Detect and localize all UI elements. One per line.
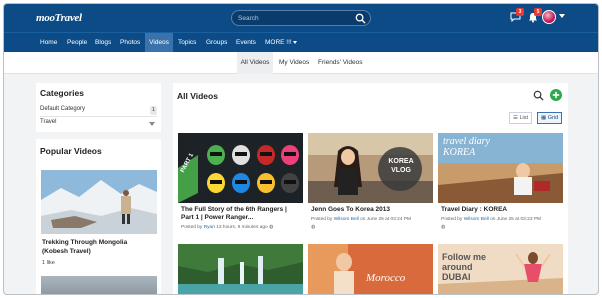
all-videos-panel: All Videos ☰ List ▦ Grid PART 1 The Full…	[173, 83, 568, 294]
video-meta: Posted by Wilsom Bell on June 25 at 03:2…	[441, 217, 541, 222]
search-input[interactable]	[238, 13, 348, 24]
user-avatar[interactable]	[542, 10, 556, 24]
video-title[interactable]: The Full Story of the 6th Rangers | Part…	[181, 206, 301, 222]
tab-friends-videos[interactable]: Friends' Videos	[316, 52, 364, 74]
site-logo[interactable]: mooTravel	[36, 12, 82, 24]
video-card[interactable]: KOREA VLOG Jenn Goes To Korea 2013 Poste…	[308, 133, 433, 240]
category-label[interactable]: Default Category	[40, 106, 85, 112]
video-title[interactable]: Travel Diary : KOREA	[441, 206, 561, 214]
video-thumbnail[interactable]: Morocco	[308, 244, 433, 294]
page-title: All Videos	[177, 91, 218, 101]
app-window: mooTravel 3 5 Home People Blogs Photos V…	[3, 3, 599, 295]
category-item[interactable]: Travel	[40, 119, 157, 130]
video-author[interactable]: Ryan	[204, 225, 215, 230]
video-meta: Posted by Wilsom Bell on June 25 at 03:2…	[311, 217, 411, 222]
video-filter-tabs: All Videos My Videos Friends' Videos	[4, 52, 598, 74]
video-time: 13 hours, 9 minutes ago	[216, 225, 268, 230]
thumbnail-overlay-text: KOREA VLOG	[388, 158, 414, 174]
messages-badge: 3	[516, 8, 524, 16]
nav-more[interactable]: MORE !!!	[262, 33, 295, 52]
popular-videos-panel: Popular Videos Trekking Through Mongolia…	[36, 139, 161, 294]
thumbnail-overlay-text: travel diary KOREA	[443, 136, 490, 158]
notifications-badge: 5	[534, 8, 542, 16]
nav-videos[interactable]: Videos	[145, 33, 173, 52]
nav-people[interactable]: People	[64, 33, 90, 52]
list-label: List	[519, 115, 529, 121]
popular-video-thumbnail[interactable]	[41, 276, 157, 294]
search-box[interactable]	[231, 10, 371, 26]
top-bar: mooTravel 3 5	[4, 4, 598, 32]
nav-topics[interactable]: Topics	[175, 33, 199, 52]
add-video-button[interactable]	[550, 89, 562, 103]
list-view-button[interactable]: ☰ List	[509, 112, 533, 124]
globe-icon: ◍	[441, 225, 446, 230]
video-author[interactable]: Wilsom Bell	[334, 217, 359, 222]
divider	[40, 116, 157, 117]
category-count: 1	[149, 106, 157, 115]
search-icon[interactable]	[533, 90, 544, 103]
video-thumbnail[interactable]	[178, 244, 303, 294]
grid-label: Grid	[547, 115, 559, 121]
video-thumbnail[interactable]: Follow me around DUBAI	[438, 244, 563, 294]
grid-icon: ▦	[541, 115, 547, 121]
popular-videos-title: Popular Videos	[40, 146, 102, 156]
popular-video-thumbnail[interactable]	[41, 170, 157, 234]
nav-home[interactable]: Home	[37, 33, 60, 52]
thumbnail-overlay-text: Follow me around DUBAI	[442, 252, 487, 282]
nav-groups[interactable]: Groups	[203, 33, 230, 52]
messages-icon[interactable]: 3	[510, 8, 524, 24]
chevron-down-icon[interactable]	[559, 14, 565, 18]
video-card[interactable]: PART 1 The Full Story of the 6th Rangers…	[178, 133, 303, 240]
category-label[interactable]: Travel	[40, 119, 56, 125]
video-title[interactable]: Jenn Goes To Korea 2013	[311, 206, 431, 214]
nav-photos[interactable]: Photos	[117, 33, 143, 52]
video-thumbnail[interactable]: travel diary KOREA	[438, 133, 563, 203]
video-thumbnail[interactable]: PART 1	[178, 133, 303, 203]
posted-by-label: Posted by	[311, 217, 333, 222]
posted-by-label: Posted by	[441, 217, 463, 222]
thumbnail-overlay-text: Morocco	[366, 272, 406, 284]
categories-title: Categories	[40, 88, 84, 98]
popular-video-title[interactable]: Trekking Through Mongolia (Kobesh Travel…	[42, 239, 154, 256]
search-icon[interactable]	[355, 13, 366, 26]
video-time: on June 25 at 03:24 PM	[360, 217, 412, 222]
globe-icon: ◍	[269, 225, 274, 230]
video-meta: Posted by Ryan 13 hours, 9 minutes ago ◍	[181, 225, 273, 230]
list-icon: ☰	[513, 115, 518, 121]
video-thumbnail[interactable]: KOREA VLOG	[308, 133, 433, 203]
nav-events[interactable]: Events	[233, 33, 259, 52]
more-chevron-icon[interactable]	[293, 41, 297, 44]
popular-video-likes: 1 like	[42, 260, 55, 266]
video-time: on June 25 at 03:23 PM	[490, 217, 542, 222]
expand-icon[interactable]	[149, 122, 155, 126]
bell-icon[interactable]: 5	[528, 8, 542, 25]
tab-my-videos[interactable]: My Videos	[277, 52, 311, 74]
tab-all-videos[interactable]: All Videos	[237, 52, 273, 74]
categories-panel: Categories Default Category 1 Travel	[36, 83, 161, 132]
video-author[interactable]: Wilsom Bell	[464, 217, 489, 222]
posted-by-label: Posted by	[181, 225, 203, 230]
globe-icon: ◍	[311, 225, 316, 230]
main-nav: Home People Blogs Photos Videos Topics G…	[4, 32, 598, 52]
nav-blogs[interactable]: Blogs	[92, 33, 114, 52]
video-card[interactable]: travel diary KOREA Travel Diary : KOREA …	[438, 133, 563, 240]
grid-view-button[interactable]: ▦ Grid	[537, 112, 563, 124]
